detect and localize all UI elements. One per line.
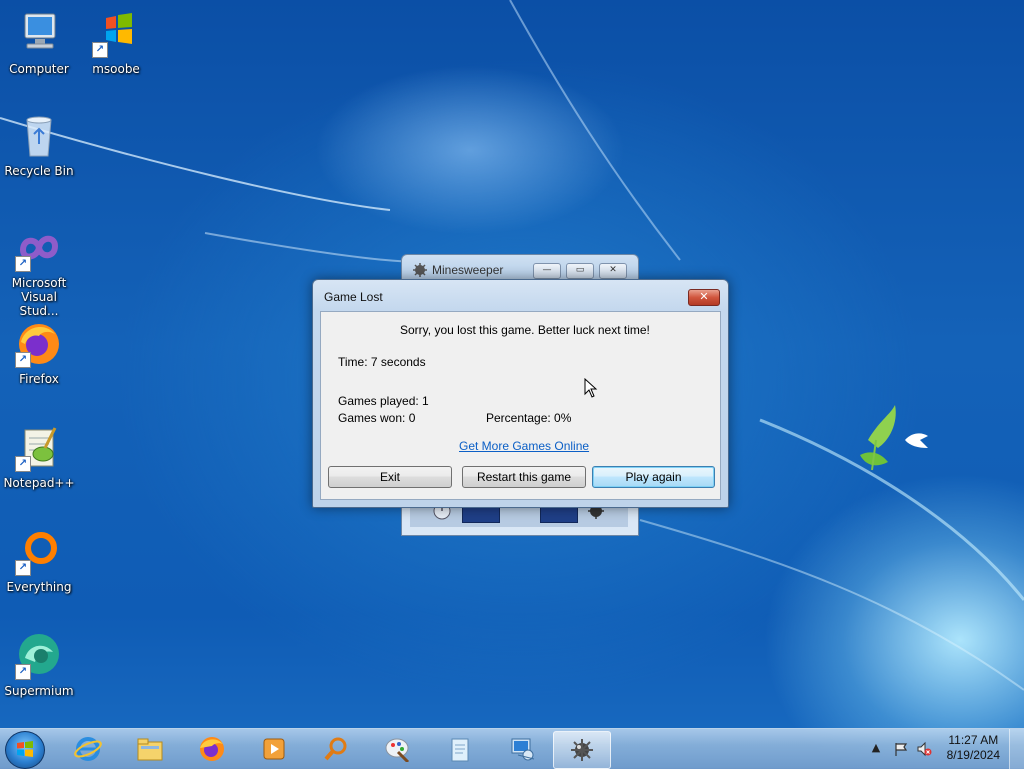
desktop-icon-recycle-bin[interactable]: Recycle Bin <box>1 112 77 178</box>
shortcut-arrow-icon: ↗ <box>15 664 31 680</box>
action-center-flag-icon[interactable] <box>893 741 909 757</box>
desktop-icon-msoobe[interactable]: ↗ msoobe <box>78 10 154 76</box>
close-icon: ✕ <box>699 290 709 303</box>
show-hidden-icons-icon[interactable]: ▲ <box>868 741 884 757</box>
taskbar-network[interactable] <box>494 731 550 767</box>
file-explorer-icon <box>137 738 163 761</box>
windows-logo-icon <box>16 740 34 758</box>
taskbar-minesweeper[interactable] <box>553 731 611 769</box>
desktop-icon-notepadpp[interactable]: ↗ Notepad++ <box>1 424 77 490</box>
shortcut-arrow-icon: ↗ <box>15 256 31 272</box>
taskbar-internet-explorer[interactable] <box>60 731 116 767</box>
recycle-bin-icon <box>26 116 52 157</box>
time-stat: Time: 7 seconds <box>338 355 426 369</box>
shortcut-arrow-icon: ↗ <box>15 352 31 368</box>
desktop-icon-computer[interactable]: Computer <box>1 10 77 76</box>
desktop-icon-supermium[interactable]: ↗ Supermium <box>1 632 77 698</box>
play-again-button[interactable]: Play again <box>592 466 715 488</box>
desktop-icon-label: Supermium <box>4 684 74 698</box>
minimize-icon: — <box>542 265 552 275</box>
shortcut-arrow-icon: ↗ <box>15 456 31 472</box>
network-computer-icon <box>511 738 535 761</box>
taskbar: ▲ 11:27 AM 8/19/2024 <box>0 728 1024 769</box>
bird-leaf-decoration <box>860 405 928 471</box>
close-icon: ✕ <box>609 265 617 275</box>
dialog-body: Sorry, you lost this game. Better luck n… <box>320 311 721 500</box>
minesweeper-icon <box>571 739 593 761</box>
minesweeper-title: Minesweeper <box>432 263 504 277</box>
maximize-button[interactable]: ▭ <box>566 263 594 279</box>
games-played-stat: Games played: 1 <box>338 394 429 408</box>
paint-icon <box>385 738 410 762</box>
desktop-icon-firefox[interactable]: ↗ Firefox <box>1 320 77 386</box>
desktop-icon-label: Everything <box>6 580 72 594</box>
taskbar-paint[interactable] <box>370 731 426 767</box>
search-magnifier-icon <box>324 737 347 761</box>
taskbar-firefox[interactable] <box>184 731 240 767</box>
minimize-button[interactable]: — <box>533 263 561 279</box>
close-button[interactable]: ✕ <box>599 263 627 279</box>
computer-icon <box>24 13 56 49</box>
minesweeper-icon <box>413 263 427 277</box>
maximize-icon: ▭ <box>575 265 585 275</box>
shortcut-arrow-icon: ↗ <box>92 42 108 58</box>
game-lost-dialog: Game Lost ✕ Sorry, you lost this game. B… <box>312 279 729 508</box>
taskbar-media-player[interactable] <box>246 731 302 767</box>
taskbar-notepad[interactable] <box>432 731 488 767</box>
taskbar-file-explorer[interactable] <box>122 731 178 767</box>
clock-date: 8/19/2024 <box>946 748 1000 762</box>
clock-time: 11:27 AM <box>948 733 999 747</box>
media-player-icon <box>263 738 285 760</box>
desktop-icon-label: Microsoft Visual Stud... <box>11 276 67 318</box>
desktop-icon-label: Notepad++ <box>3 476 75 490</box>
dialog-close-button[interactable]: ✕ <box>688 289 720 306</box>
desktop-icon-label: Firefox <box>19 372 59 386</box>
percentage-stat: Percentage: 0% <box>486 411 572 425</box>
desktop-icon-label: Computer <box>9 62 69 76</box>
taskbar-search[interactable] <box>308 731 364 767</box>
system-clock[interactable]: 11:27 AM 8/19/2024 <box>947 733 1000 763</box>
desktop-icon-label: msoobe <box>92 62 140 76</box>
dialog-title: Game Lost <box>324 290 383 304</box>
mouse-cursor-icon <box>584 378 598 398</box>
desktop-icon-visual-studio[interactable]: ↗ Microsoft Visual Stud... <box>1 224 77 318</box>
desktop-icon-label: Recycle Bin <box>4 164 74 178</box>
notepad-icon <box>451 738 469 762</box>
internet-explorer-icon <box>74 737 102 761</box>
get-more-games-link[interactable]: Get More Games Online <box>459 439 589 453</box>
games-won-stat: Games won: 0 <box>338 411 416 425</box>
restart-game-button[interactable]: Restart this game <box>462 466 586 488</box>
show-desktop-button[interactable] <box>1009 729 1024 769</box>
exit-button[interactable]: Exit <box>328 466 452 488</box>
loss-message: Sorry, you lost this game. Better luck n… <box>400 323 650 337</box>
shortcut-arrow-icon: ↗ <box>15 560 31 576</box>
desktop-icon-everything[interactable]: ↗ Everything <box>1 528 77 594</box>
firefox-icon <box>200 737 224 761</box>
volume-muted-icon[interactable] <box>916 741 932 757</box>
start-button[interactable] <box>5 731 45 769</box>
